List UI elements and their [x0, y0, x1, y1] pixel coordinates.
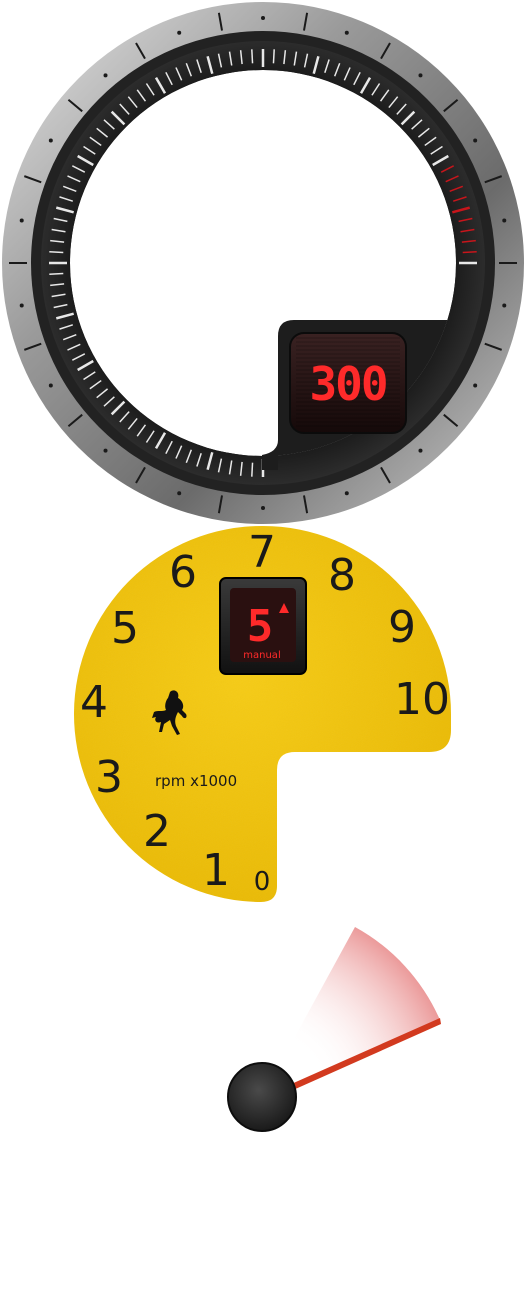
- needle-hub: [227, 1062, 297, 1132]
- needle-layer: [227, 927, 441, 1132]
- needle-motion-trail: [262, 927, 440, 1097]
